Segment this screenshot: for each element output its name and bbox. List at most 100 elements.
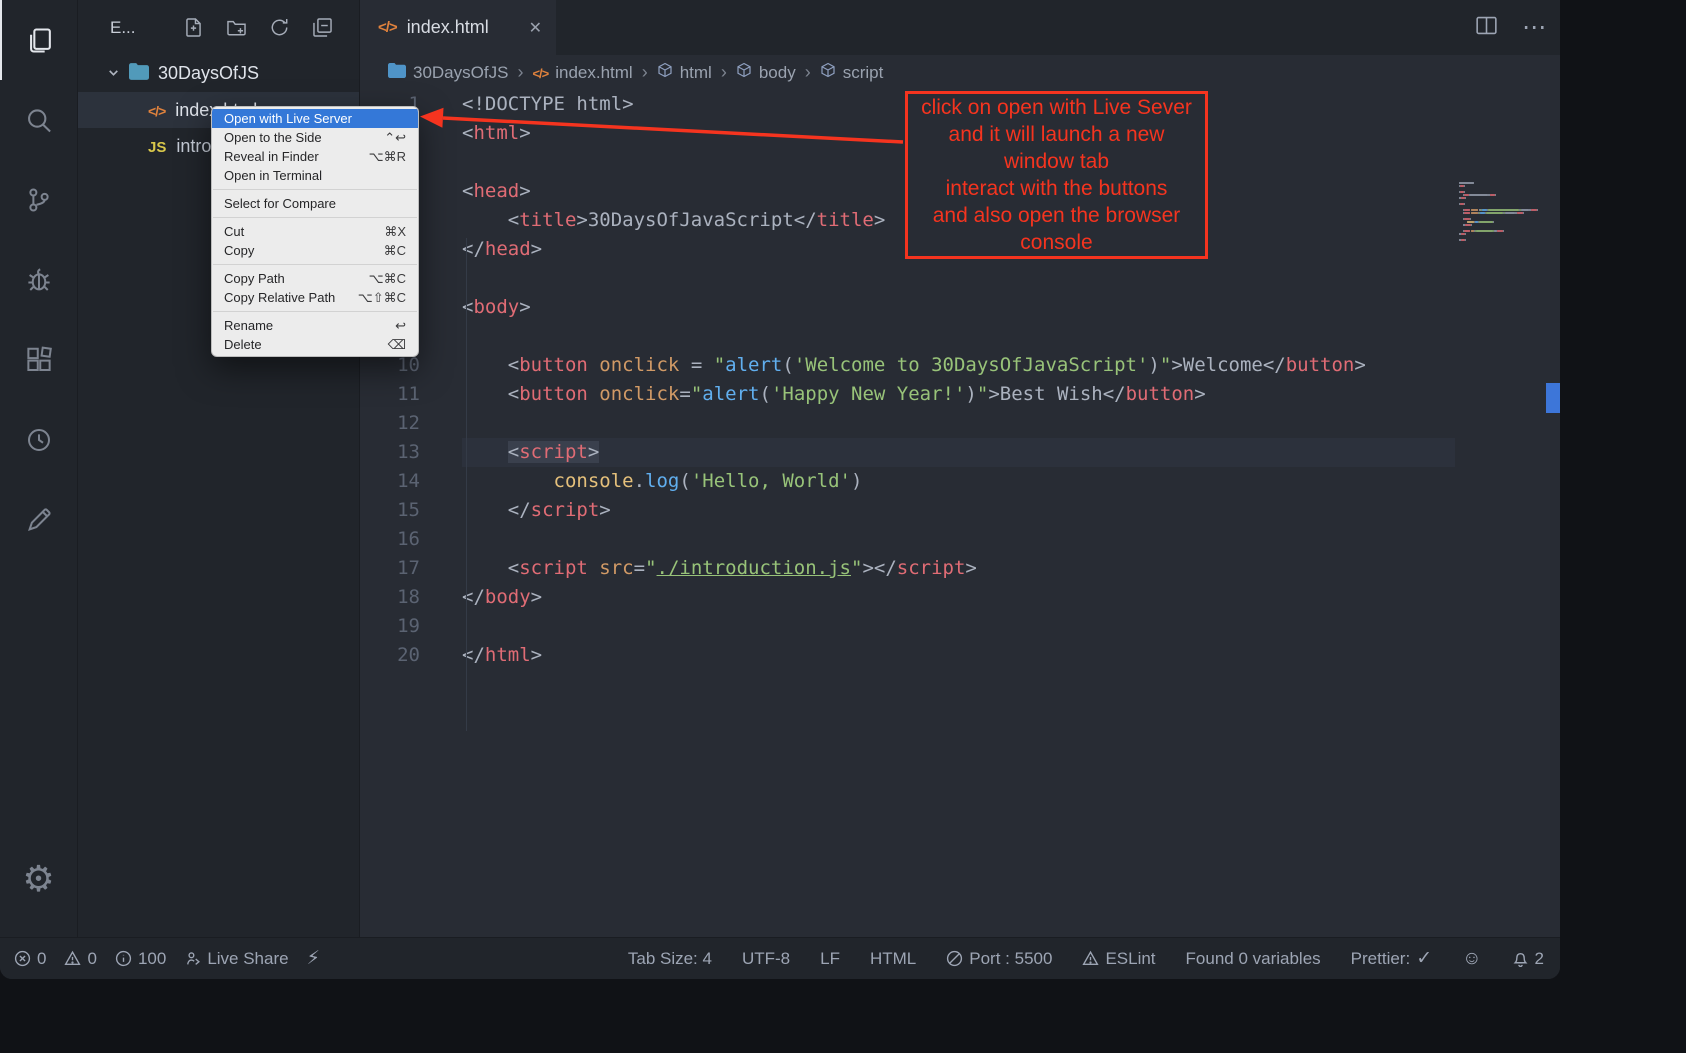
status-item[interactable]: 0 [14,949,46,969]
status-item[interactable]: ⚡ [307,949,320,968]
menu-item-shortcut: ⌥⇧⌘C [358,290,406,306]
status-item[interactable]: LF [820,949,840,969]
menu-item-label: Open with Live Server [224,111,392,126]
indent-guide [466,238,467,731]
menu-separator [213,189,417,190]
code-line[interactable]: 12 [360,409,1560,438]
code-line[interactable]: 10 <button onclick = "alert('Welcome to … [360,351,1560,380]
settings-icon[interactable]: ⚙ [0,839,78,919]
editor-actions: ⋯ [1475,0,1546,55]
minimap-line [1459,197,1549,199]
code-line[interactable]: 14 console.log('Hello, World') [360,467,1560,496]
context-menu-item[interactable]: Copy Path⌥⌘C [212,269,418,288]
line-number: 19 [360,612,420,641]
status-item[interactable]: ESLint [1082,949,1155,969]
status-item[interactable]: HTML [870,949,916,969]
status-item-text: 100 [138,949,166,969]
context-menu-item[interactable]: Copy ⌘C [212,241,418,260]
status-item[interactable]: 2 [1512,949,1544,969]
minimap-line [1459,221,1549,223]
tab-bar: </> index.html ✕ ⋯ [360,0,1560,55]
collapse-all-icon[interactable] [312,17,333,38]
status-item-text: Tab Size: 4 [628,949,712,969]
minimap-line [1459,236,1549,238]
code-line[interactable]: 9 [360,322,1560,351]
status-item[interactable]: Tab Size: 4 [628,949,712,969]
tab-index-html[interactable]: </> index.html ✕ [360,0,556,55]
new-file-icon[interactable] [183,17,204,38]
line-number: 20 [360,641,420,670]
context-menu-item[interactable]: Open with Live Server [212,109,418,128]
breadcrumb-item[interactable]: script [820,62,884,83]
breadcrumb-item[interactable]: 30DaysOfJS [388,63,508,83]
code-line[interactable]: 19 [360,612,1560,641]
history-icon[interactable] [0,400,78,480]
edit-pen-icon[interactable] [0,480,78,560]
status-item-text: UTF-8 [742,949,790,969]
code-line-text: </html> [462,641,1455,670]
status-item[interactable]: Port : 5500 [946,949,1052,969]
minimap-line [1459,200,1549,202]
code-line[interactable]: 7 [360,264,1560,293]
breadcrumb-item[interactable]: html [657,62,712,83]
code-line[interactable]: 18</body> [360,583,1560,612]
menu-item-label: Open in Terminal [224,168,392,183]
minimap-line [1459,194,1549,196]
chevron-right-icon: › [642,62,648,83]
context-menu-item[interactable]: Open to the Side⌃↩ [212,128,418,147]
refresh-icon[interactable] [269,17,290,38]
chevron-down-icon [107,63,120,84]
status-item[interactable]: UTF-8 [742,949,790,969]
context-menu-item[interactable]: Reveal in Finder⌥⌘R [212,147,418,166]
status-item[interactable]: Found 0 variables [1186,949,1321,969]
more-actions-icon[interactable]: ⋯ [1522,16,1546,40]
extensions-icon[interactable] [0,320,78,400]
code-line[interactable]: 17 <script src="./introduction.js"></scr… [360,554,1560,583]
code-line[interactable]: 20 </html> [360,641,1560,670]
annotation-text: click on open with Live Severand it will… [921,94,1192,256]
context-menu-item[interactable]: Rename↩ [212,316,418,335]
status-item[interactable]: 0 [64,949,96,969]
menu-item-shortcut: ⌘C [384,243,406,259]
close-tab-icon[interactable]: ✕ [529,18,542,38]
code-line[interactable]: 16 [360,525,1560,554]
new-folder-icon[interactable] [226,17,247,38]
status-item[interactable]: Prettier:✓ [1351,949,1432,969]
breadcrumb: 30DaysOfJS›</>index.html›html›body›scrip… [360,55,1560,90]
breadcrumb-item[interactable]: body [736,62,796,83]
minimap[interactable] [1459,182,1549,242]
code-line-text: </body> [462,583,1455,612]
context-menu-item[interactable]: Select for Compare [212,194,418,213]
code-line[interactable]: 11 <button onclick="alert('Happy New Yea… [360,380,1560,409]
minimap-line [1459,227,1549,229]
status-item-text: 2 [1535,949,1544,969]
code-line[interactable]: 15 </script> [360,496,1560,525]
explorer-icon[interactable] [0,0,78,80]
source-control-icon[interactable] [0,160,78,240]
code-line[interactable]: 8<body> [360,293,1560,322]
split-editor-icon[interactable] [1475,14,1498,42]
folder-icon [129,63,149,85]
menu-item-label: Copy [224,243,370,258]
code-line-text: <script> [462,438,1455,467]
breadcrumb-label: 30DaysOfJS [413,63,508,83]
minimap-line [1459,185,1549,187]
html-file-icon: </> [148,100,165,121]
context-menu-item[interactable]: Cut⌘X [212,222,418,241]
line-number: 16 [360,525,420,554]
status-item[interactable]: Live Share [184,949,288,969]
root-folder-row[interactable]: 30DaysOfJS [78,55,359,92]
run-debug-icon[interactable] [0,240,78,320]
context-menu-item[interactable]: Delete⌫ [212,335,418,354]
chevron-right-icon: › [517,62,523,83]
status-item[interactable]: ☺ [1462,949,1481,968]
context-menu-item[interactable]: Open in Terminal [212,166,418,185]
menu-separator [213,264,417,265]
status-item[interactable]: 100 [115,949,166,969]
context-menu-item[interactable]: Copy Relative Path⌥⇧⌘C [212,288,418,307]
search-icon[interactable] [0,80,78,160]
code-line[interactable]: 13 <script> [360,438,1560,467]
breadcrumb-item[interactable]: </>index.html [532,63,632,83]
minimap-line [1459,215,1549,217]
minimap-line [1459,206,1549,208]
